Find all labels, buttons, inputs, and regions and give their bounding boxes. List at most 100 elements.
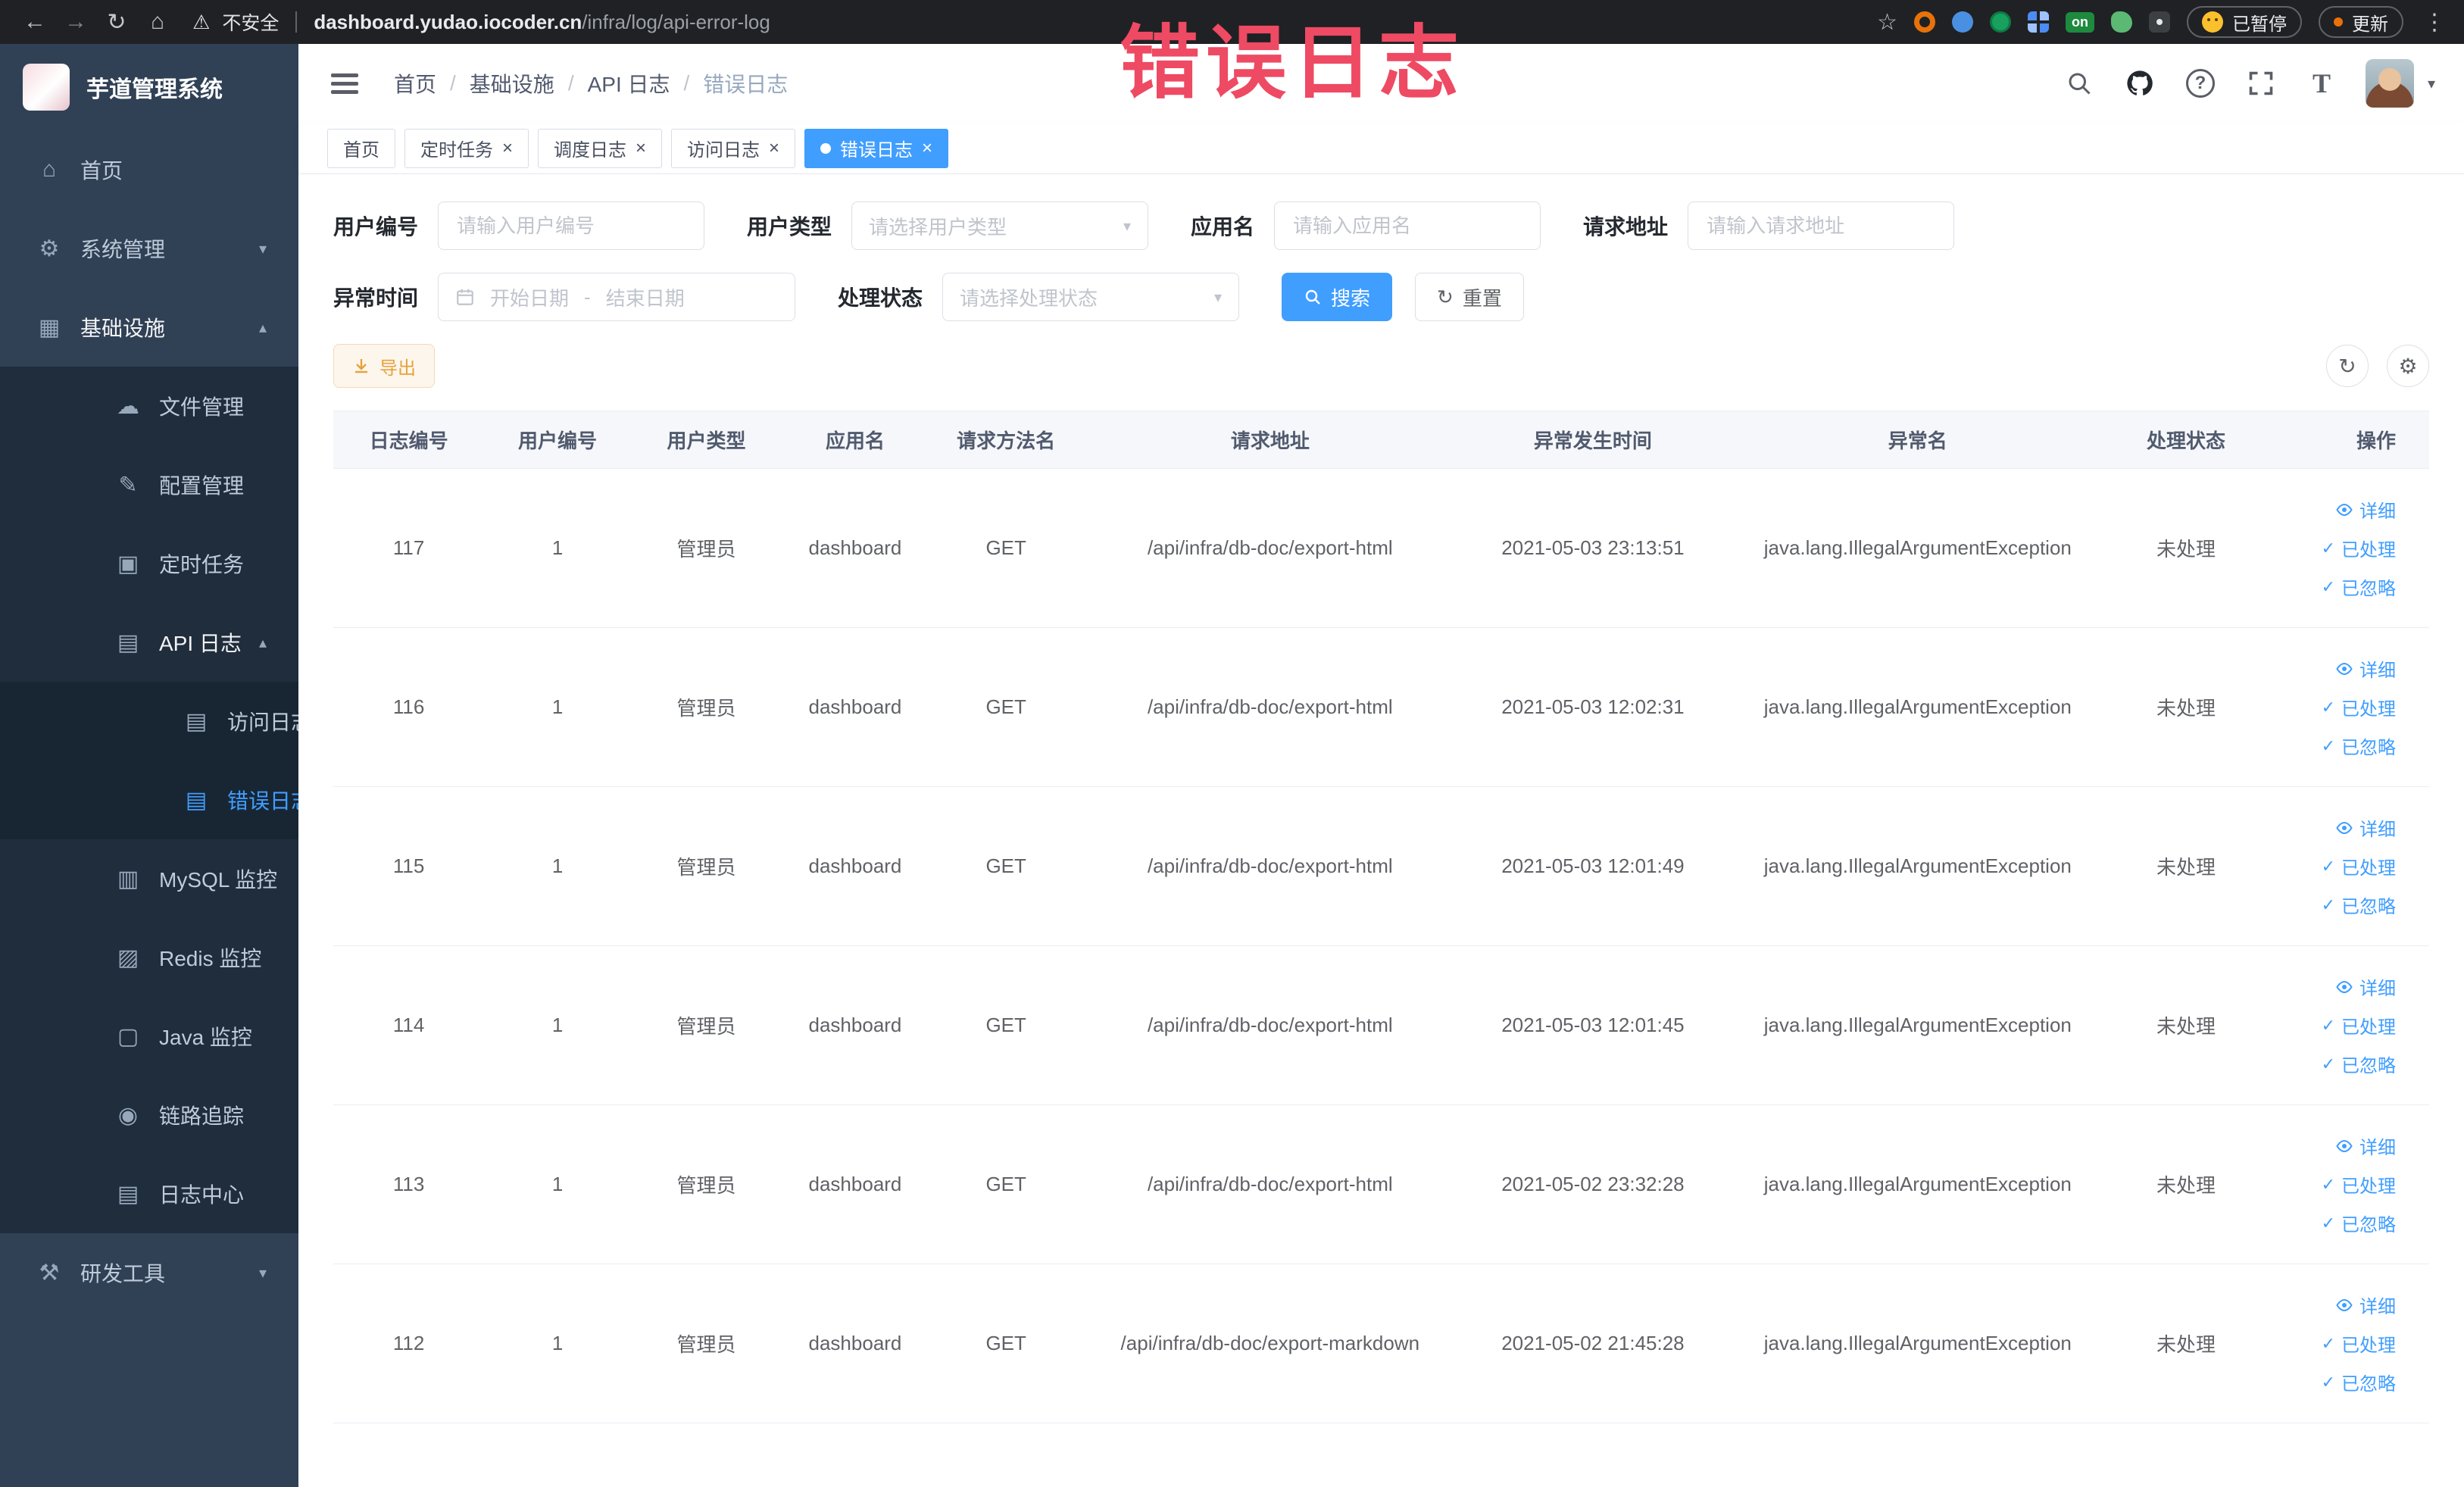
sidebar-item-infrastructure[interactable]: ▦ 基础设施 ▴ [0, 288, 298, 367]
search-icon[interactable] [2063, 67, 2096, 100]
cell-exception: java.lang.IllegalArgumentException [1729, 1264, 2106, 1423]
log-icon: ▤ [185, 787, 208, 813]
sidebar-item-link-tracing[interactable]: ◉ 链路追踪 [0, 1076, 298, 1154]
cell-time: 2021-05-03 12:01:49 [1457, 786, 1729, 946]
sidebar-item-java-monitor[interactable]: ▢ Java 监控 [0, 997, 298, 1076]
tab-error-log[interactable]: 错误日志 × [804, 128, 949, 168]
breadcrumb-infrastructure[interactable]: 基础设施 [470, 68, 554, 98]
processed-link[interactable]: ✓ 已处理 [2322, 853, 2396, 879]
extension-icon-ring[interactable] [1914, 11, 1935, 33]
breadcrumb-home[interactable]: 首页 [394, 68, 436, 98]
user-id-input[interactable] [438, 201, 705, 250]
chevron-up-icon: ▴ [258, 319, 267, 336]
export-button[interactable]: 导出 [333, 344, 435, 388]
ignored-link[interactable]: ✓ 已忽略 [2322, 1210, 2396, 1236]
sidebar-toggle-button[interactable] [327, 66, 362, 101]
breadcrumb-api-logs[interactable]: API 日志 [588, 68, 670, 98]
cell-time: 2021-05-03 23:13:51 [1457, 468, 1729, 628]
refresh-button[interactable]: ↻ [2326, 345, 2369, 387]
fullscreen-icon[interactable] [2244, 67, 2278, 100]
processed-link[interactable]: ✓ 已处理 [2322, 1012, 2396, 1039]
detail-link[interactable]: 详细 [2335, 1292, 2396, 1318]
ignored-link[interactable]: ✓ 已忽略 [2322, 573, 2396, 600]
update-button[interactable]: 更新 [2319, 6, 2403, 38]
app-header: 首页 / 基础设施 / API 日志 / 错误日志 ? T ▾ [298, 44, 2464, 123]
detail-link[interactable]: 详细 [2335, 814, 2396, 841]
extension-badge-on[interactable]: on [2066, 11, 2094, 33]
reload-icon[interactable]: ↻ [100, 9, 133, 36]
tab-schedule-log[interactable]: 调度日志 × [538, 128, 663, 168]
sidebar-item-scheduled-tasks[interactable]: ▣ 定时任务 [0, 524, 298, 603]
sidebar-item-api-logs[interactable]: ▤ API 日志 ▴ [0, 603, 298, 682]
date-range-picker[interactable]: 开始日期 - 结束日期 [438, 273, 796, 321]
processed-link[interactable]: ✓ 已处理 [2322, 535, 2396, 561]
cell-user-type: 管理员 [630, 627, 782, 787]
tab-close-icon[interactable]: × [636, 139, 646, 158]
sidebar-item-label: 基础设施 [80, 317, 166, 340]
browser-menu-icon[interactable]: ⋮ [2423, 9, 2446, 36]
cell-method: GET [928, 945, 1084, 1105]
address-bar[interactable]: ⚠ 不安全 dashboard.yudao.iocoder.cn/infra/l… [192, 8, 1869, 36]
bookmark-star-icon[interactable]: ☆ [1877, 9, 1897, 36]
home-icon[interactable]: ⌂ [141, 9, 174, 35]
process-status-select[interactable]: 请选择处理状态 ▾ [942, 273, 1240, 321]
extension-icon-grid[interactable] [2028, 11, 2049, 33]
sidebar-item-redis-monitor[interactable]: ▨ Redis 监控 [0, 918, 298, 997]
sidebar-item-config-management[interactable]: ✎ 配置管理 [0, 445, 298, 524]
sidebar-item-system-management[interactable]: ⚙ 系统管理 ▾ [0, 209, 298, 288]
user-type-select[interactable]: 请选择用户类型 ▾ [851, 201, 1149, 250]
cell-time: 2021-05-03 12:01:45 [1457, 945, 1729, 1105]
tab-close-icon[interactable]: × [922, 139, 932, 158]
github-icon[interactable] [2123, 67, 2156, 100]
sidebar-item-label: 定时任务 [159, 553, 245, 576]
cell-user-id: 1 [484, 1104, 631, 1264]
search-button[interactable]: 搜索 [1282, 273, 1393, 321]
detail-link[interactable]: 详细 [2335, 496, 2396, 523]
sidebar-item-log-center[interactable]: ▤ 日志中心 [0, 1154, 298, 1233]
col-user-id: 用户编号 [484, 411, 631, 469]
breadcrumb-separator: / [450, 71, 456, 95]
detail-link[interactable]: 详细 [2335, 973, 2396, 1000]
paused-pill[interactable]: 已暂停 [2187, 6, 2302, 38]
check-icon: ✓ [2321, 895, 2335, 914]
sidebar-item-file-management[interactable]: ☁ 文件管理 [0, 367, 298, 445]
layers-icon: ▨ [117, 945, 139, 970]
column-settings-button[interactable]: ⚙ [2387, 345, 2429, 387]
processed-link[interactable]: ✓ 已处理 [2322, 1171, 2396, 1198]
detail-link[interactable]: 详细 [2335, 1132, 2396, 1159]
tab-home[interactable]: 首页 [327, 128, 395, 168]
ignored-link[interactable]: ✓ 已忽略 [2322, 1051, 2396, 1077]
help-icon[interactable]: ? [2184, 67, 2217, 100]
processed-link[interactable]: ✓ 已处理 [2322, 1330, 2396, 1357]
sidebar-item-home[interactable]: ⌂ 首页 [0, 130, 298, 209]
sidebar-item-mysql-monitor[interactable]: ▥ MySQL 监控 [0, 839, 298, 918]
app-name-input[interactable] [1274, 201, 1541, 250]
sidebar-item-access-log[interactable]: ▤ 访问日志 [0, 682, 298, 761]
tab-access-log[interactable]: 访问日志 × [671, 128, 796, 168]
font-size-icon[interactable]: T [2305, 67, 2338, 100]
extension-icon-leaf[interactable] [2111, 11, 2132, 33]
sidebar-item-dev-tools[interactable]: ⚒ 研发工具 ▾ [0, 1233, 298, 1312]
avatar-caret-icon[interactable]: ▾ [2428, 74, 2435, 93]
request-url-input[interactable] [1688, 201, 1955, 250]
extension-icon-blue[interactable] [1952, 11, 1973, 33]
back-icon[interactable]: ← [18, 9, 52, 35]
document-icon: ▤ [117, 629, 139, 655]
tab-close-icon[interactable]: × [502, 139, 513, 158]
ignored-link[interactable]: ✓ 已忽略 [2322, 733, 2396, 759]
avatar[interactable] [2365, 59, 2414, 108]
extension-icon-green[interactable] [1990, 11, 2011, 33]
forward-icon[interactable]: → [59, 9, 92, 35]
reset-button[interactable]: ↻ 重置 [1415, 273, 1524, 321]
processed-link[interactable]: ✓ 已处理 [2322, 694, 2396, 720]
calendar-icon [455, 287, 475, 307]
sidebar-item-error-log[interactable]: ▤ 错误日志 [0, 761, 298, 839]
extension-icon-pin[interactable] [2149, 11, 2170, 33]
detail-link[interactable]: 详细 [2335, 655, 2396, 682]
tab-close-icon[interactable]: × [769, 139, 779, 158]
ignored-link[interactable]: ✓ 已忽略 [2322, 1369, 2396, 1395]
ignored-link[interactable]: ✓ 已忽略 [2322, 892, 2396, 918]
table-row: 117 1 管理员 dashboard GET /api/infra/db-do… [333, 468, 2429, 628]
tab-scheduled-tasks[interactable]: 定时任务 × [404, 128, 529, 168]
app-logo[interactable]: 芋道管理系统 [0, 44, 298, 130]
